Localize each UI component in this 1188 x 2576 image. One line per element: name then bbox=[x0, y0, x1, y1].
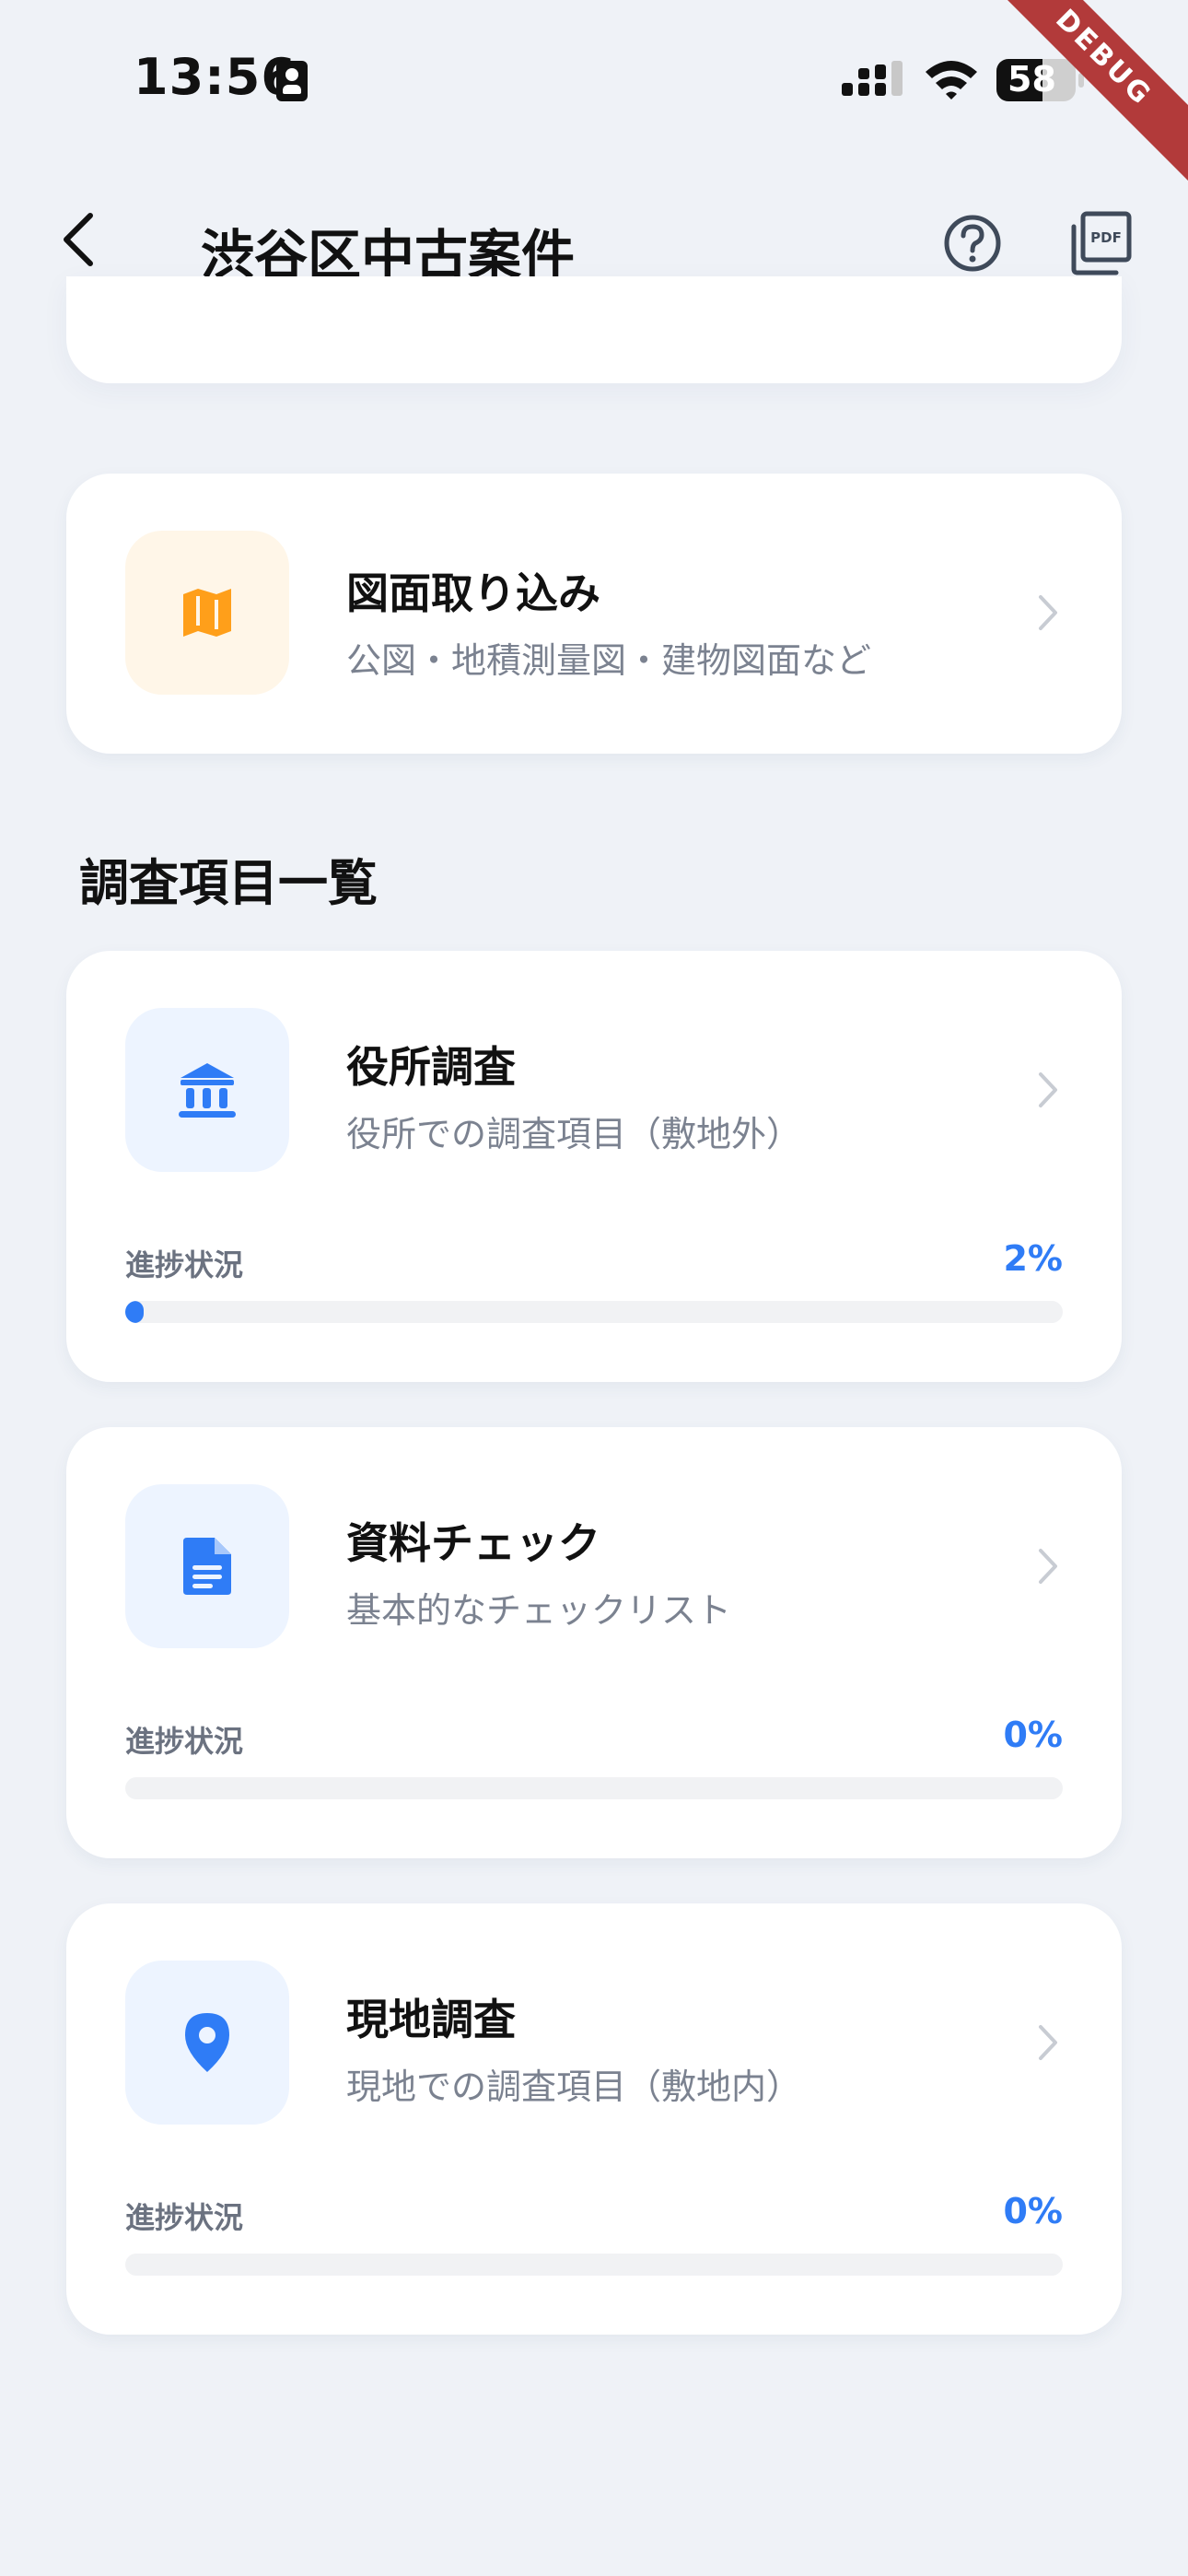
item-subtitle: 基本的なチェックリスト bbox=[346, 1590, 732, 1631]
wifi-icon bbox=[926, 61, 977, 100]
survey-item-city-office[interactable]: 役所調査 役所での調査項目（敷地外） 進捗状況 2% bbox=[66, 951, 1122, 1382]
progress-bar bbox=[125, 1777, 1063, 1799]
back-button[interactable] bbox=[46, 203, 120, 276]
item-title: 役所調査 bbox=[346, 1042, 516, 1092]
pdf-export-icon[interactable]: PDF bbox=[1059, 201, 1144, 286]
progress-label: 進捗状況 bbox=[125, 2200, 244, 2235]
location-pin-icon bbox=[185, 2013, 229, 2072]
chevron-right-icon bbox=[1039, 1549, 1057, 1584]
map-icon bbox=[183, 589, 231, 637]
chevron-right-icon bbox=[1039, 595, 1057, 630]
cellular-signal-icon bbox=[842, 61, 903, 96]
svg-text:PDF: PDF bbox=[1090, 229, 1122, 246]
chevron-right-icon bbox=[1039, 1072, 1057, 1107]
bank-icon bbox=[179, 1063, 236, 1118]
status-bar: 13:56 58 bbox=[0, 0, 1188, 157]
site-survey-icon-box bbox=[125, 1961, 289, 2125]
progress-label: 進捗状況 bbox=[125, 1247, 244, 1282]
section-title: 調査項目一覧 bbox=[79, 854, 378, 912]
status-time: 13:56 bbox=[134, 48, 297, 106]
drawing-import-card[interactable]: 図面取り込み 公図・地積測量図・建物図面など bbox=[66, 474, 1122, 754]
item-title: 資料チェック bbox=[346, 1518, 600, 1568]
drawing-import-icon-box bbox=[125, 531, 289, 695]
help-icon[interactable] bbox=[930, 201, 1015, 286]
document-icon bbox=[183, 1538, 231, 1595]
drawing-import-subtitle: 公図・地積測量図・建物図面など bbox=[346, 640, 872, 681]
progress-fill bbox=[125, 1301, 145, 1323]
progress-value: 0% bbox=[1003, 2191, 1063, 2231]
partial-card bbox=[66, 276, 1122, 383]
battery-level: 58 bbox=[1007, 59, 1056, 100]
item-subtitle: 役所での調査項目（敷地外） bbox=[346, 1114, 802, 1154]
city-office-icon-box bbox=[125, 1008, 289, 1172]
document-check-icon-box bbox=[125, 1484, 289, 1648]
survey-item-site-survey[interactable]: 現地調査 現地での調査項目（敷地内） 進捗状況 0% bbox=[66, 1903, 1122, 2335]
item-title: 現地調査 bbox=[346, 1995, 516, 2044]
drawing-import-title: 図面取り込み bbox=[346, 568, 600, 618]
item-subtitle: 現地での調査項目（敷地内） bbox=[346, 2067, 802, 2107]
progress-bar bbox=[125, 1301, 1063, 1323]
chevron-right-icon bbox=[1039, 2025, 1057, 2060]
survey-item-document-check[interactable]: 資料チェック 基本的なチェックリスト 進捗状況 0% bbox=[66, 1427, 1122, 1858]
progress-bar bbox=[125, 2254, 1063, 2276]
progress-value: 2% bbox=[1003, 1238, 1063, 1279]
progress-label: 進捗状況 bbox=[125, 1724, 244, 1759]
progress-value: 0% bbox=[1003, 1715, 1063, 1755]
id-card-icon bbox=[276, 61, 308, 101]
